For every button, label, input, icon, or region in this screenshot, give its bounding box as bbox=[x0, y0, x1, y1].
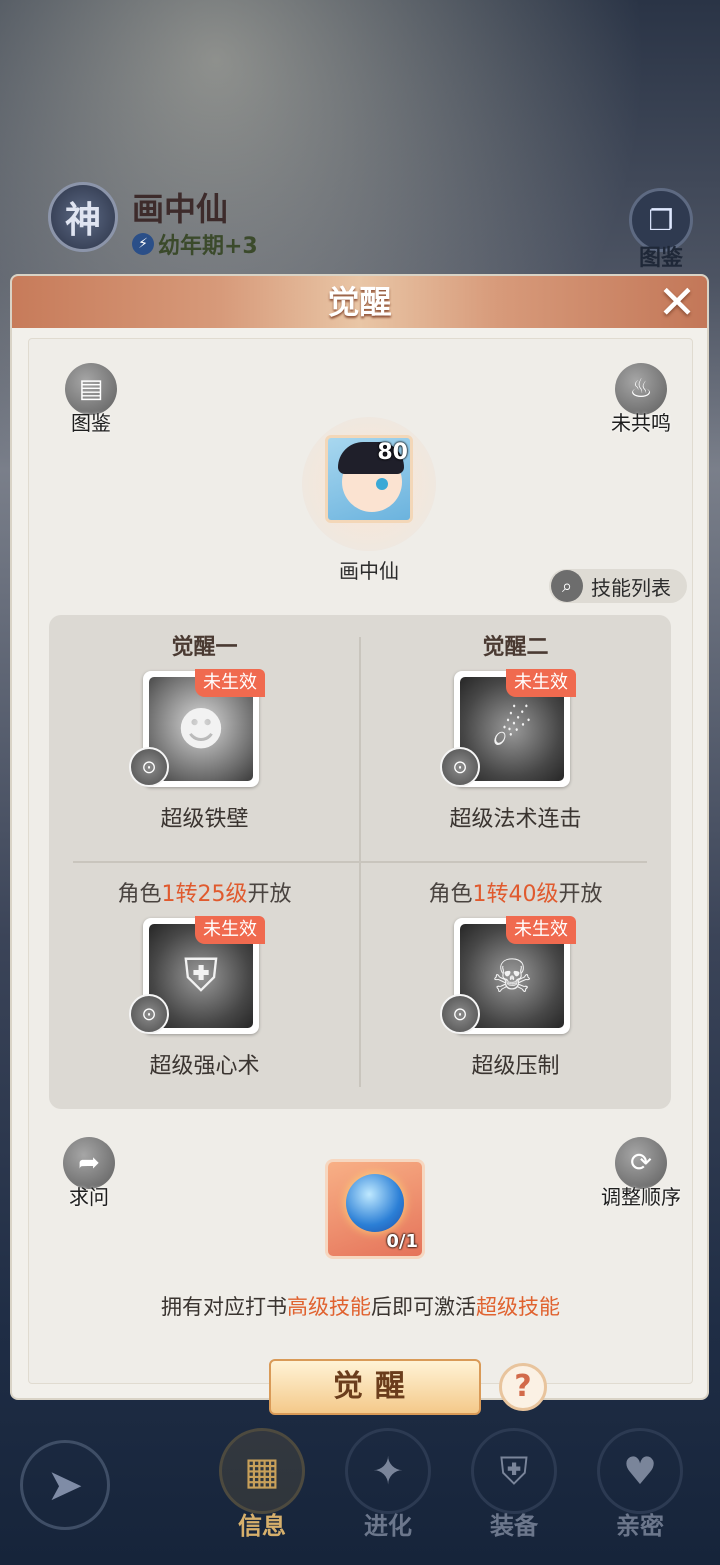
skill-slot-3: 角色1转25级开放 ⛨ 未生效 ⊙ 超级强心术 bbox=[49, 862, 360, 1109]
modal-content: ▤ 图鉴 ♨ 未共鸣 80 画中仙 ⌕ 技能列表 觉醒一 ☻ 未生效 ⊙ 超级铁… bbox=[28, 338, 693, 1415]
skills-panel: 觉醒一 ☻ 未生效 ⊙ 超级铁壁 觉醒二 ☄ 未生效 ⊙ 超级法术连击 角色1转… bbox=[49, 615, 671, 1109]
search-icon: ⌕ bbox=[551, 570, 583, 602]
req-level: 1转25级 bbox=[161, 882, 248, 907]
scroll-icon: ▦ bbox=[219, 1428, 305, 1514]
close-icon[interactable]: ✕ bbox=[654, 279, 700, 326]
skill-unlock-requirement: 角色1转25级开放 bbox=[49, 876, 360, 908]
inactive-badge: 未生效 bbox=[506, 916, 576, 944]
modal-title: 觉醒 bbox=[327, 283, 392, 321]
tab-label: 亲密 bbox=[616, 1512, 664, 1540]
tab-label: 进化 bbox=[364, 1512, 412, 1540]
skill-list-button[interactable]: ⌕ 技能列表 bbox=[549, 569, 687, 603]
skill-name: 超级强心术 bbox=[149, 1054, 260, 1079]
reorder-label: 调整顺序 bbox=[601, 1185, 681, 1209]
help-icon[interactable]: ? bbox=[499, 1363, 547, 1411]
hero-name: 画中仙 bbox=[132, 190, 229, 228]
hero-stage: 幼年期+3 bbox=[158, 234, 258, 259]
skill-tile[interactable]: ☄ 未生效 ⊙ bbox=[440, 669, 576, 787]
tab-equipment[interactable]: ⛨ 装备 bbox=[464, 1428, 564, 1548]
awaken-modal: 觉醒 ✕ ▤ 图鉴 ♨ 未共鸣 80 画中仙 ⌕ 技能列表 觉醒一 ☻ 未生效 … bbox=[12, 276, 707, 1415]
album-shortcut-button[interactable]: ▤ 图鉴 bbox=[43, 363, 139, 436]
skill-name: 超级法术连击 bbox=[449, 807, 582, 832]
skill-slot-1: 觉醒一 ☻ 未生效 ⊙ 超级铁壁 bbox=[49, 615, 360, 862]
skill-slot-title: 觉醒一 bbox=[171, 635, 238, 660]
avatar-eye bbox=[376, 478, 388, 490]
back-arrow-icon[interactable]: ➤ bbox=[20, 1440, 110, 1530]
hero-avatar[interactable]: 80 画中仙 bbox=[302, 417, 436, 583]
avatar: 80 bbox=[325, 435, 413, 523]
awaken-button[interactable]: 觉醒 bbox=[269, 1359, 481, 1415]
hero-header: 神 画中仙 ⚡ 幼年期+3 ❐ 图鉴 bbox=[0, 0, 720, 280]
skill-name: 超级压制 bbox=[471, 1054, 560, 1079]
hint-highlight: 超级技能 bbox=[476, 1295, 560, 1319]
armor-icon: ⛨ bbox=[471, 1428, 557, 1514]
skill-book-item[interactable]: 0/1 bbox=[325, 1159, 425, 1259]
lightning-icon: ⚡ bbox=[132, 233, 154, 255]
hint-part: 后即可激活 bbox=[371, 1295, 476, 1319]
god-badge: 神 bbox=[48, 182, 118, 252]
req-suffix: 开放 bbox=[247, 882, 292, 907]
tab-label: 装备 bbox=[490, 1512, 538, 1540]
req-prefix: 角色 bbox=[428, 882, 473, 907]
inactive-badge: 未生效 bbox=[195, 669, 265, 697]
skill-tile[interactable]: ☻ 未生效 ⊙ bbox=[129, 669, 265, 787]
inactive-badge: 未生效 bbox=[195, 916, 265, 944]
hint-part: 拥有对应打书 bbox=[161, 1295, 287, 1319]
req-level: 1转40级 bbox=[472, 882, 559, 907]
inactive-badge: 未生效 bbox=[506, 669, 576, 697]
skill-name: 超级铁壁 bbox=[160, 807, 249, 832]
hint-highlight: 高级技能 bbox=[287, 1295, 371, 1319]
orb-icon bbox=[346, 1174, 404, 1232]
album-shortcut-label: 图鉴 bbox=[71, 411, 111, 435]
reorder-button[interactable]: ⟳ 调整顺序 bbox=[593, 1137, 689, 1210]
hearts-icon: ♥ bbox=[597, 1428, 683, 1514]
skill-slot-2: 觉醒二 ☄ 未生效 ⊙ 超级法术连击 bbox=[360, 615, 671, 862]
unlock-icon: ⊙ bbox=[440, 994, 480, 1034]
resonance-button[interactable]: ♨ 未共鸣 bbox=[593, 363, 689, 436]
tab-info[interactable]: ▦ 信息 bbox=[212, 1428, 312, 1548]
resonance-label: 未共鸣 bbox=[611, 411, 671, 435]
req-prefix: 角色 bbox=[117, 882, 162, 907]
skill-list-label: 技能列表 bbox=[591, 575, 671, 600]
req-suffix: 开放 bbox=[558, 882, 603, 907]
album-label: 图鉴 bbox=[638, 246, 683, 271]
skill-slot-4: 角色1转40级开放 ☠ 未生效 ⊙ 超级压制 bbox=[360, 862, 671, 1109]
tab-intimacy[interactable]: ♥ 亲密 bbox=[590, 1428, 690, 1548]
ask-button[interactable]: ➦ 求问 bbox=[41, 1137, 137, 1210]
ask-label: 求问 bbox=[69, 1185, 109, 1209]
hero-stage-row: ⚡ 幼年期+3 bbox=[132, 228, 258, 260]
bottom-nav: ➤ ▦ 信息 ✦ 进化 ⛨ 装备 ♥ 亲密 bbox=[0, 1420, 720, 1565]
skill-unlock-requirement: 角色1转40级开放 bbox=[360, 876, 671, 908]
tab-evolve[interactable]: ✦ 进化 bbox=[338, 1428, 438, 1548]
skill-slot-title: 觉醒二 bbox=[482, 635, 549, 660]
item-count: 0/1 bbox=[386, 1231, 418, 1252]
tab-label: 信息 bbox=[238, 1512, 286, 1540]
sparkle-icon: ✦ bbox=[345, 1428, 431, 1514]
unlock-icon: ⊙ bbox=[129, 994, 169, 1034]
unlock-icon: ⊙ bbox=[129, 747, 169, 787]
hint-text: 拥有对应打书高级技能后即可激活超级技能 bbox=[29, 1291, 692, 1321]
skill-tile[interactable]: ☠ 未生效 ⊙ bbox=[440, 916, 576, 1034]
avatar-name: 画中仙 bbox=[339, 559, 399, 583]
unlock-icon: ⊙ bbox=[440, 747, 480, 787]
album-button[interactable]: ❐ 图鉴 bbox=[626, 188, 696, 272]
skill-tile[interactable]: ⛨ 未生效 ⊙ bbox=[129, 916, 265, 1034]
avatar-level: 80 bbox=[377, 440, 408, 465]
